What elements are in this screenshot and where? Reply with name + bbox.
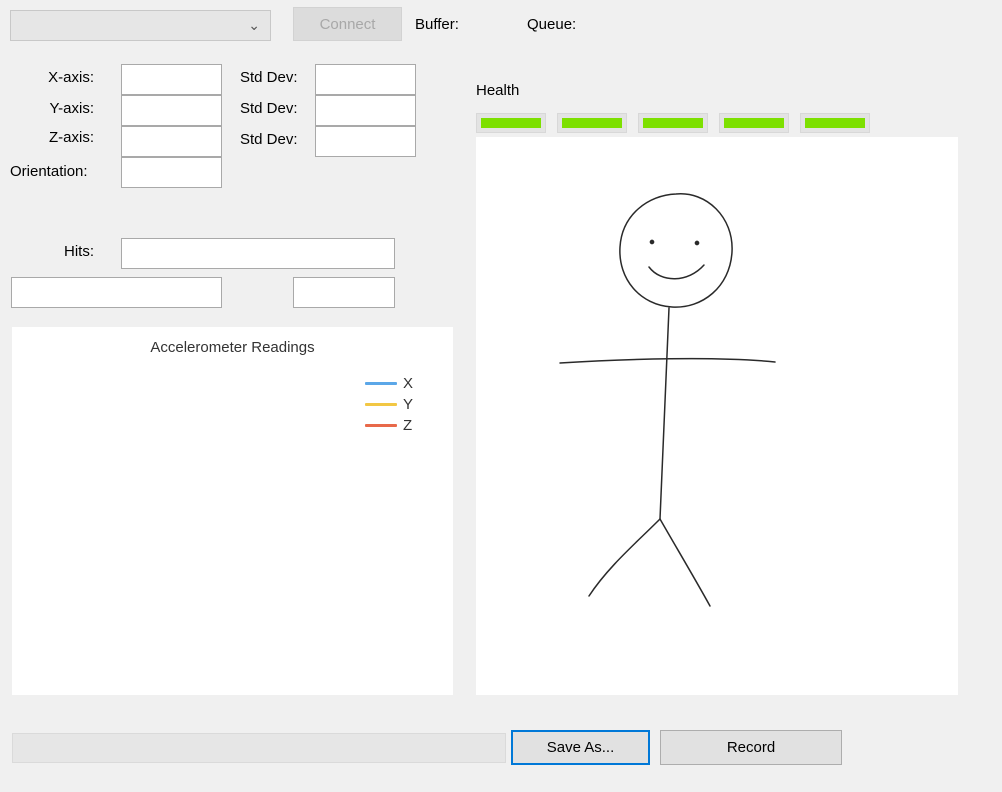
y-std-dev-label: Std Dev: [240, 100, 298, 117]
figure-left-leg [588, 518, 661, 597]
legend-label-x: X [403, 375, 414, 392]
save-as-button[interactable]: Save As... [511, 730, 650, 765]
x-std-dev-label: Std Dev: [240, 69, 298, 86]
connect-button[interactable]: Connect [293, 7, 402, 41]
y-std-dev-field[interactable] [315, 95, 416, 126]
legend-item-x: X [365, 375, 413, 392]
legend-label-y: Y [403, 396, 414, 413]
z-axis-field[interactable] [121, 126, 222, 157]
z-std-dev-field[interactable] [315, 126, 416, 157]
record-button[interactable]: Record [660, 730, 842, 765]
drawing-canvas[interactable] [476, 137, 958, 695]
figure-smile [648, 264, 705, 280]
figure-left-eye [649, 239, 655, 245]
legend-line-x [365, 382, 397, 385]
figure-right-eye [694, 240, 700, 246]
port-select[interactable]: ⌄ [10, 10, 271, 41]
z-std-dev-label: Std Dev: [240, 131, 298, 148]
figure-body [659, 307, 670, 520]
health-bar-2 [557, 113, 627, 133]
legend-line-z [365, 424, 397, 427]
x-axis-field[interactable] [121, 64, 222, 95]
y-axis-label: Y-axis: [49, 100, 94, 117]
health-label: Health [476, 82, 520, 99]
accelerometer-chart: Accelerometer Readings X Y Z [12, 327, 453, 695]
figure-right-leg [659, 518, 711, 607]
legend-label-z: Z [403, 417, 413, 434]
queue-label: Queue: [527, 16, 577, 33]
health-bar-3 [638, 113, 708, 133]
x-std-dev-field[interactable] [315, 64, 416, 95]
hits-field[interactable] [121, 238, 395, 269]
orientation-field[interactable] [121, 157, 222, 188]
health-bar-5 [800, 113, 870, 133]
stick-figure-drawing [559, 193, 776, 607]
figure-head [619, 193, 733, 308]
health-bar-4 [719, 113, 789, 133]
status-field-right[interactable] [293, 277, 395, 308]
z-axis-label: Z-axis: [49, 129, 94, 146]
status-field-left[interactable] [11, 277, 222, 308]
legend-item-z: Z [365, 417, 412, 434]
buffer-label: Buffer: [415, 16, 459, 33]
x-axis-label: X-axis: [48, 69, 94, 86]
health-bar-1 [476, 113, 546, 133]
chevron-down-icon[interactable]: ⌄ [248, 17, 260, 34]
y-axis-field[interactable] [121, 95, 222, 126]
legend-line-y [365, 403, 397, 406]
progress-bar [12, 733, 506, 763]
orientation-label: Orientation: [10, 163, 88, 180]
legend-item-y: Y [365, 396, 413, 413]
figure-arms [559, 357, 776, 364]
chart-title: Accelerometer Readings [150, 339, 315, 356]
hits-label: Hits: [64, 243, 94, 260]
